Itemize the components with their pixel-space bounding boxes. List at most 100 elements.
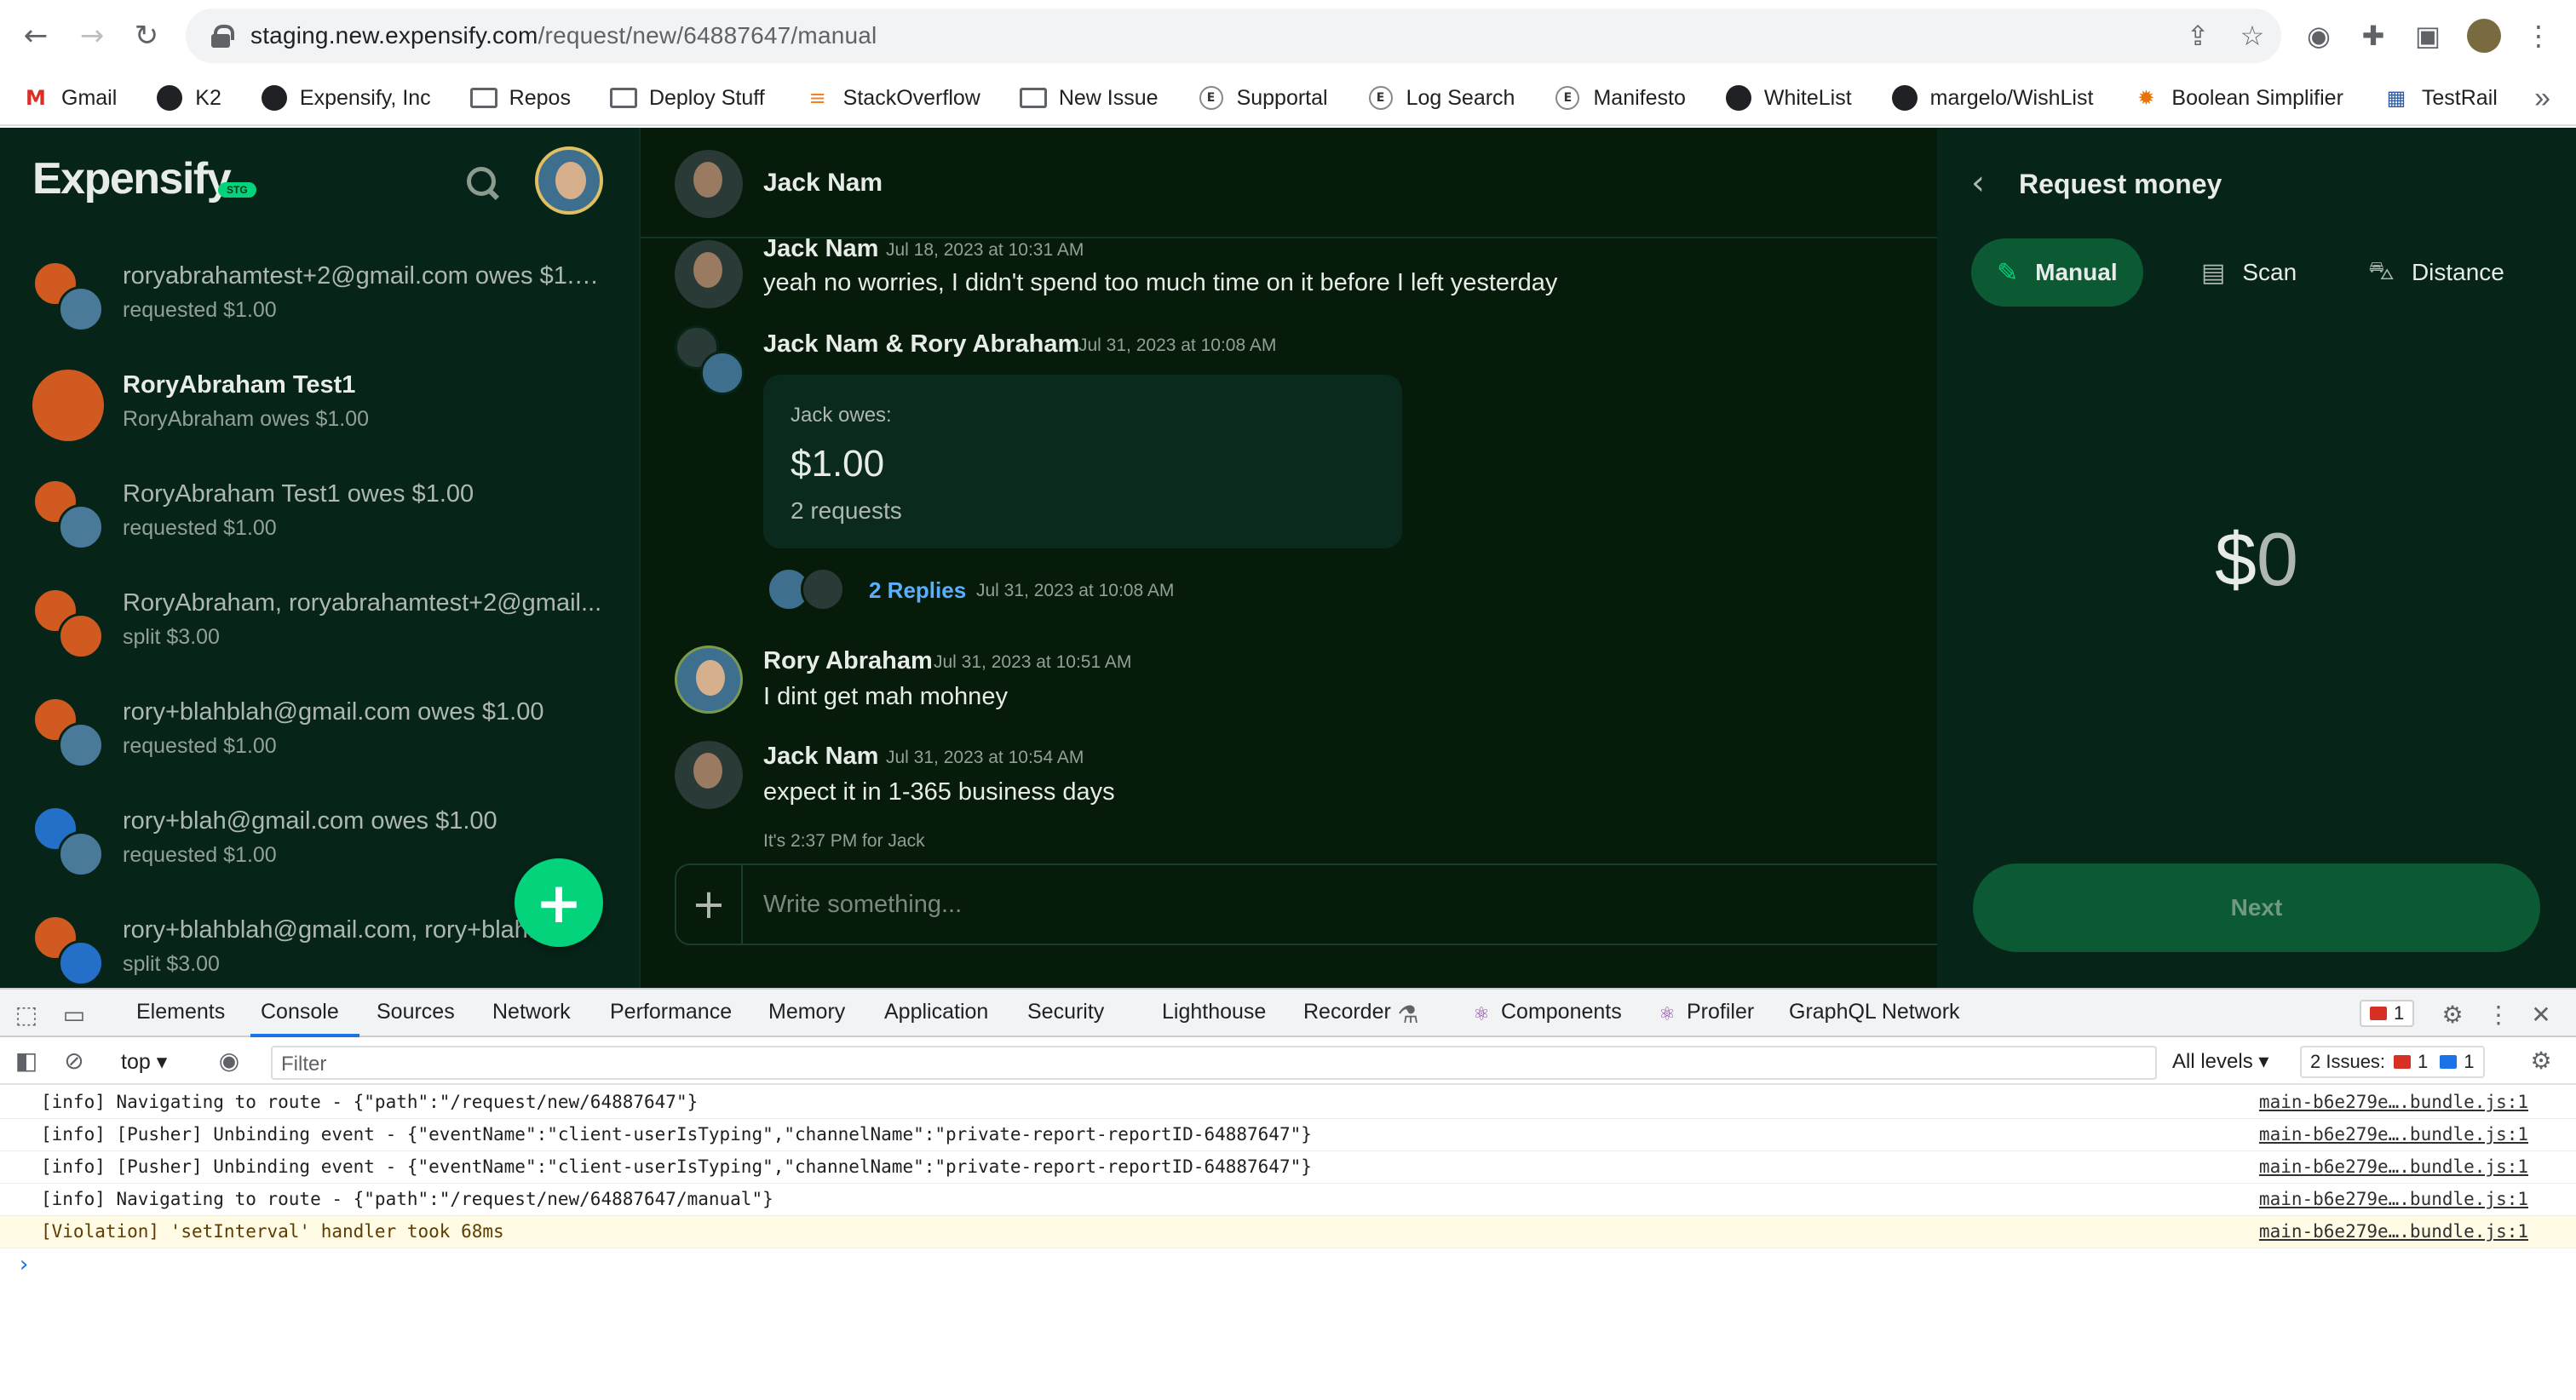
chat-row[interactable]: RoryAbraham Test1 RoryAbraham owes $1.00 <box>0 347 639 456</box>
bookmark-wishlist[interactable]: margelo/WishList <box>1891 84 2093 112</box>
extension-onepassword-icon[interactable]: ◉ <box>2302 19 2336 53</box>
more-options-icon[interactable]: ⋮ <box>2484 1000 2513 1029</box>
message-timestamp: Jul 18, 2023 at 10:31 AM <box>886 240 1084 260</box>
sidebar-toggle-icon[interactable]: ◧ <box>12 1046 41 1075</box>
console-prompt[interactable]: › <box>17 1252 31 1277</box>
tab-performance[interactable]: Performance <box>610 1000 732 1024</box>
context-selector[interactable]: top ▾ <box>121 1049 167 1075</box>
bookmark-testrail[interactable]: ▦ TestRail <box>2383 84 2498 112</box>
tab-recorder[interactable]: Recorder <box>1303 1000 1391 1024</box>
avatar[interactable] <box>675 150 743 218</box>
tab-manual[interactable]: ✎ Manual <box>1971 238 2143 307</box>
react-icon: ⚛ <box>1473 1003 1490 1025</box>
log-source-link[interactable]: main-b6e279e….bundle.js:1 <box>2259 1156 2528 1177</box>
issues-button[interactable]: 2 Issues: 1 1 <box>2300 1046 2485 1078</box>
log-message: [info] [Pusher] Unbinding event - {"even… <box>41 1124 1312 1145</box>
github-icon <box>1891 85 1918 111</box>
thread-replies-link[interactable]: 2 Replies <box>869 577 966 604</box>
log-source-link[interactable]: main-b6e279e….bundle.js:1 <box>2259 1221 2528 1242</box>
log-source-link[interactable]: main-b6e279e….bundle.js:1 <box>2259 1092 2528 1112</box>
add-attachment-button[interactable]: + <box>676 865 743 944</box>
chat-subtitle: requested $1.00 <box>123 516 277 540</box>
bookmark-whitelist[interactable]: WhiteList <box>1725 84 1852 112</box>
bookmark-gmail[interactable]: M Gmail <box>22 84 117 112</box>
tab-security[interactable]: Security <box>1027 1000 1104 1024</box>
iou-preview-card[interactable]: Jack owes: $1.00 2 requests <box>763 375 1402 548</box>
bookmarks-overflow-icon[interactable]: » <box>2534 82 2550 115</box>
report-title[interactable]: Jack Nam <box>763 169 883 198</box>
error-count-badge[interactable]: 1 <box>2360 1000 2415 1027</box>
chat-row[interactable]: RoryAbraham, roryabrahamtest+2@gmail... … <box>0 565 639 674</box>
log-levels-dropdown[interactable]: All levels ▾ <box>2172 1049 2268 1074</box>
message-author[interactable]: Rory Abraham <box>763 647 933 675</box>
chat-row[interactable]: rory+blahblah@gmail.com owes $1.00 reque… <box>0 674 639 783</box>
inspect-element-icon[interactable]: ⬚ <box>12 1000 41 1029</box>
extensions-icon[interactable]: ✚ <box>2356 19 2390 53</box>
share-icon[interactable]: ⇪ <box>2181 19 2215 53</box>
lock-icon[interactable] <box>211 25 234 48</box>
tab-sources[interactable]: Sources <box>377 1000 455 1024</box>
avatar[interactable] <box>675 741 743 809</box>
bookmark-star-icon[interactable]: ☆ <box>2235 19 2269 53</box>
create-fab-button[interactable]: + <box>515 858 603 947</box>
bookmark-stackoverflow[interactable]: ≡ StackOverflow <box>804 84 980 112</box>
message-author[interactable]: Jack Nam <box>763 743 878 771</box>
clear-console-icon[interactable]: ⊘ <box>60 1046 89 1075</box>
avatar[interactable] <box>675 645 743 714</box>
bookmark-deploy-stuff[interactable]: Deploy Stuff <box>609 84 765 112</box>
next-button[interactable]: Next <box>1973 864 2540 952</box>
tab-lighthouse[interactable]: Lighthouse <box>1162 1000 1266 1024</box>
reload-icon[interactable]: ↻ <box>129 19 164 53</box>
bookmark-k2[interactable]: K2 <box>156 84 221 112</box>
device-toolbar-icon[interactable]: ▭ <box>60 1000 89 1029</box>
bookmark-expensify-inc[interactable]: Expensify, Inc <box>261 84 431 112</box>
side-panel-icon[interactable]: ▣ <box>2411 19 2445 53</box>
pencil-icon: ✎ <box>1997 257 2019 288</box>
tab-elements[interactable]: Elements <box>136 1000 225 1024</box>
bookmark-log-search[interactable]: E Log Search <box>1367 84 1515 112</box>
message-author[interactable]: Jack Nam <box>763 235 878 263</box>
tab-console[interactable]: Console <box>261 1000 339 1024</box>
close-icon[interactable]: ✕ <box>2527 1000 2556 1029</box>
bookmark-repos[interactable]: Repos <box>469 84 571 112</box>
forward-icon[interactable]: → <box>75 19 109 53</box>
avatar[interactable] <box>675 325 746 397</box>
avatar[interactable] <box>675 240 743 308</box>
tab-memory[interactable]: Memory <box>768 1000 845 1024</box>
tab-graphql-network[interactable]: GraphQL Network <box>1789 1000 1960 1024</box>
bookmark-new-issue[interactable]: New Issue <box>1019 84 1159 112</box>
back-chevron-icon[interactable]: ‹ <box>1971 164 2005 203</box>
back-icon[interactable]: ← <box>19 19 53 53</box>
tab-components[interactable]: Components <box>1501 1000 1622 1024</box>
search-icon[interactable] <box>465 165 503 203</box>
bookmark-boolean-simplifier[interactable]: ✹ Boolean Simplifier <box>2132 84 2343 112</box>
bookmark-supportal[interactable]: E Supportal <box>1198 84 1328 112</box>
currency-symbol[interactable]: $ <box>2215 517 2257 601</box>
log-source-link[interactable]: main-b6e279e….bundle.js:1 <box>2259 1189 2528 1209</box>
chat-title: RoryAbraham Test1 <box>123 371 356 399</box>
devtools-panel: ⬚ ▭ Elements Console Sources Network Per… <box>0 988 2576 1400</box>
address-bar[interactable]: staging.new.expensify.com/request/new/64… <box>186 9 2281 63</box>
tab-profiler[interactable]: Profiler <box>1687 1000 1754 1024</box>
github-icon <box>261 85 287 111</box>
browser-menu-icon[interactable]: ⋮ <box>2521 19 2556 53</box>
console-filter-input[interactable]: Filter <box>271 1046 2157 1080</box>
chat-row[interactable]: roryabrahamtest+2@gmail.com owes $1.0...… <box>0 238 639 347</box>
tab-application[interactable]: Application <box>884 1000 988 1024</box>
settings-gear-icon[interactable]: ⚙ <box>2438 1000 2467 1029</box>
chat-row[interactable]: RoryAbraham Test1 owes $1.00 requested $… <box>0 456 639 565</box>
bookmark-manifesto[interactable]: E Manifesto <box>1554 84 1686 112</box>
url-text[interactable]: staging.new.expensify.com/request/new/64… <box>250 22 877 49</box>
current-user-avatar[interactable] <box>535 146 603 215</box>
composer-input[interactable]: Write something... <box>763 891 962 919</box>
tab-scan[interactable]: ▤ Scan <box>2176 238 2322 307</box>
profile-avatar[interactable] <box>2467 19 2501 53</box>
tab-distance[interactable]: ⛍ Distance <box>2343 238 2530 307</box>
amount-input[interactable]: $0 <box>1937 516 2576 603</box>
message-author[interactable]: Jack Nam & Rory Abraham <box>763 330 1079 359</box>
log-source-link[interactable]: main-b6e279e….bundle.js:1 <box>2259 1124 2528 1145</box>
tab-network[interactable]: Network <box>492 1000 571 1024</box>
local-time-footer: It's 2:37 PM for Jack <box>763 831 925 851</box>
console-settings-icon[interactable]: ⚙ <box>2527 1046 2556 1075</box>
eye-icon[interactable]: ◉ <box>215 1046 244 1075</box>
